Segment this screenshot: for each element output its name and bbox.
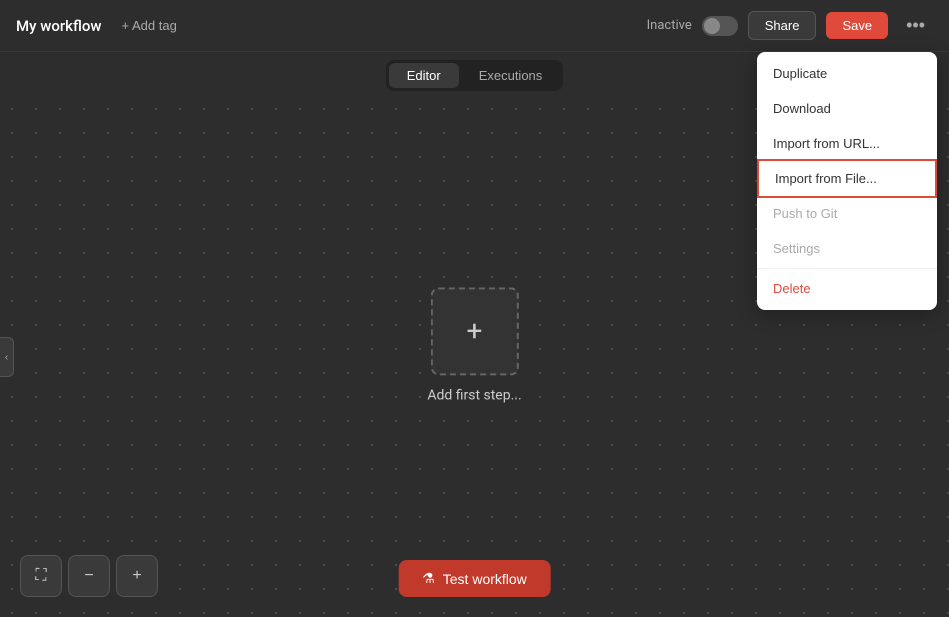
test-workflow-label: Test workflow: [443, 571, 527, 587]
header: My workflow + Add tag Inactive Share Sav…: [0, 0, 949, 52]
toggle-knob: [704, 18, 720, 34]
dropdown-divider: [757, 268, 937, 269]
add-step-button[interactable]: +: [431, 287, 519, 375]
tab-executions[interactable]: Executions: [461, 63, 561, 88]
header-right: Inactive Share Save •••: [647, 11, 933, 40]
inactive-toggle[interactable]: [702, 16, 738, 36]
workflow-title: My workflow: [16, 17, 102, 35]
share-button[interactable]: Share: [748, 11, 817, 40]
add-step-label: Add first step...: [427, 387, 521, 403]
header-left: My workflow + Add tag: [16, 14, 185, 37]
dropdown-item-push-git: Push to Git: [757, 196, 937, 231]
add-step-plus-icon: +: [467, 317, 483, 345]
dropdown-item-delete[interactable]: Delete: [757, 271, 937, 306]
more-options-button[interactable]: •••: [898, 11, 933, 40]
add-tag-button[interactable]: + Add tag: [114, 14, 185, 37]
save-button[interactable]: Save: [826, 12, 888, 39]
dropdown-item-import-file[interactable]: Import from File...: [757, 159, 937, 198]
flask-icon: ⚗: [422, 570, 435, 587]
left-panel-toggle: ‹: [0, 337, 14, 377]
bottom-toolbar: ⛶ − +: [20, 555, 158, 597]
zoom-in-icon: +: [132, 567, 141, 585]
dropdown-item-download[interactable]: Download: [757, 91, 937, 126]
test-workflow-button[interactable]: ⚗ Test workflow: [398, 560, 551, 597]
dropdown-item-settings: Settings: [757, 231, 937, 266]
add-first-step-area: + Add first step...: [427, 287, 521, 403]
zoom-out-button[interactable]: −: [68, 555, 110, 597]
fit-view-button[interactable]: ⛶: [20, 555, 62, 597]
zoom-out-icon: −: [84, 567, 93, 585]
dropdown-item-duplicate[interactable]: Duplicate: [757, 56, 937, 91]
left-panel-toggle-button[interactable]: ‹: [0, 337, 14, 377]
zoom-in-button[interactable]: +: [116, 555, 158, 597]
tabs-container: Editor Executions: [386, 60, 564, 91]
dropdown-menu: Duplicate Download Import from URL... Im…: [757, 52, 937, 310]
fit-view-icon: ⛶: [35, 567, 46, 585]
dropdown-item-import-url[interactable]: Import from URL...: [757, 126, 937, 161]
inactive-label: Inactive: [647, 18, 692, 33]
tab-editor[interactable]: Editor: [389, 63, 459, 88]
